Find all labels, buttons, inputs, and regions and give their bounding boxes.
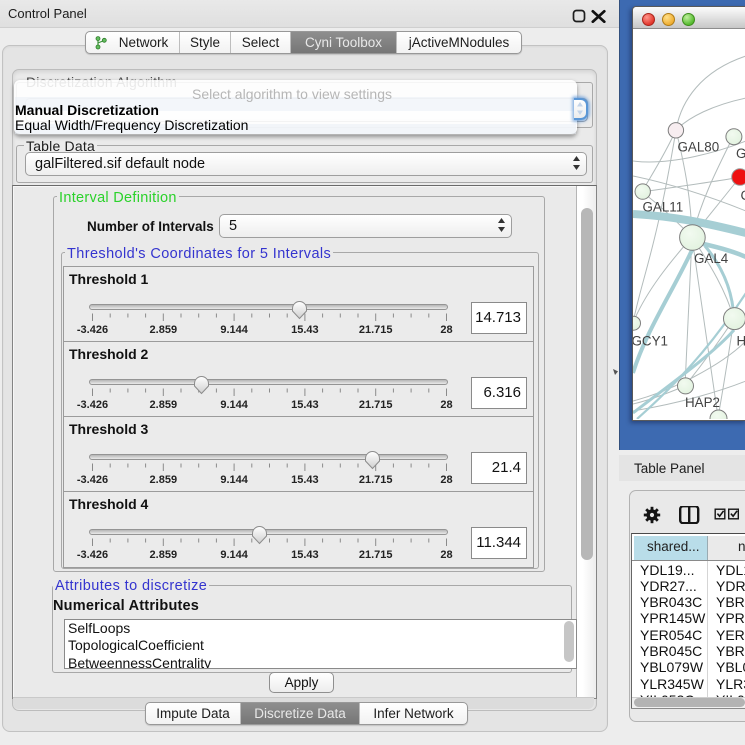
svg-text:GCY1: GCY1 bbox=[633, 334, 668, 349]
svg-text:GAL11: GAL11 bbox=[643, 200, 684, 215]
svg-text:H: H bbox=[737, 334, 745, 349]
svg-text:C: C bbox=[741, 188, 745, 203]
svg-text:HAP2: HAP2 bbox=[685, 395, 720, 410]
svg-text:GAL4: GAL4 bbox=[694, 251, 729, 266]
svg-text:GAL80: GAL80 bbox=[678, 140, 720, 155]
svg-text:G...: G... bbox=[736, 146, 745, 161]
